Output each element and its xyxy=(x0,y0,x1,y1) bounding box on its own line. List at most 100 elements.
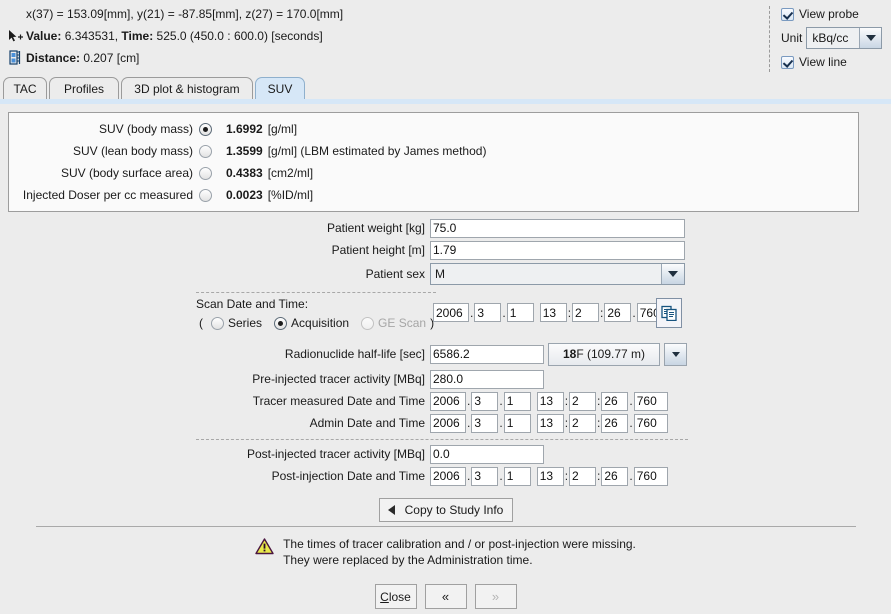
scan-day-input[interactable] xyxy=(506,303,534,322)
chevron-down-icon[interactable] xyxy=(859,28,882,48)
admin-datetime-row: Admin Date and Time . . : : . xyxy=(0,413,891,433)
scan-source-ge-scan: GE Scan xyxy=(357,316,426,330)
admin-millis-input[interactable] xyxy=(633,413,668,433)
suv-radio-body-surface-area[interactable] xyxy=(199,166,212,180)
scan-hour-input[interactable] xyxy=(539,303,567,322)
view-line-row[interactable]: View line xyxy=(769,52,887,72)
patient-weight-row: Patient weight [kg] xyxy=(0,218,891,238)
patient-weight-input[interactable] xyxy=(430,218,685,238)
tab-tac[interactable]: TAC xyxy=(3,77,47,99)
warning-area: The times of tracer calibration and / or… xyxy=(0,536,891,568)
scan-source-acquisition[interactable]: Acquisition xyxy=(270,316,349,330)
suv-results-panel: SUV (body mass) 1.6992 [g/ml] SUV (lean … xyxy=(8,112,859,212)
isotope-mass: 18 xyxy=(562,347,577,361)
tab-3d-plot-histogram[interactable]: 3D plot & histogram xyxy=(121,77,253,99)
scan-datetime-block: Scan Date and Time: ( Series Acquisition… xyxy=(0,297,891,341)
copy-to-study-info-label: Copy to Study Info xyxy=(404,503,504,517)
coords-text: x(37) = 153.09[mm], y(21) = -87.85[mm], … xyxy=(26,7,344,21)
tab-suv[interactable]: SUV xyxy=(255,77,305,99)
close-label-rest: lose xyxy=(388,589,411,604)
admin-year-input[interactable] xyxy=(430,413,466,433)
tracer-measured-row: Tracer measured Date and Time . . : : . xyxy=(0,391,891,411)
suv-form: Patient weight [kg] Patient height [m] P… xyxy=(0,218,891,522)
suv-row-lean-body-mass[interactable]: SUV (lean body mass) 1.3599 [g/ml] (LBM … xyxy=(9,141,858,161)
post-minute-input[interactable] xyxy=(569,466,597,486)
tracer-measured-month-input[interactable] xyxy=(471,391,499,411)
admin-day-input[interactable] xyxy=(503,413,531,433)
pre-injected-activity-label: Pre-injected tracer activity [MBq] xyxy=(252,372,425,386)
suv-label-injected-dose: Injected Doser per cc measured xyxy=(22,188,193,202)
suv-value-injected-dose: 0.0023 xyxy=(226,188,263,202)
suv-unit-injected-dose: [%ID/ml] xyxy=(267,188,314,202)
post-year-input[interactable] xyxy=(430,466,466,486)
suv-radio-body-mass[interactable] xyxy=(199,122,212,136)
admin-datetime-label: Admin Date and Time xyxy=(309,416,425,430)
chevron-down-icon[interactable] xyxy=(661,264,684,284)
chevron-down-icon[interactable] xyxy=(664,342,687,366)
tracer-measured-minute-input[interactable] xyxy=(569,391,597,411)
scan-source-series[interactable]: Series xyxy=(207,316,262,330)
tracer-measured-second-input[interactable] xyxy=(601,391,629,411)
admin-minute-input[interactable] xyxy=(569,413,597,433)
post-injected-activity-label: Post-injected tracer activity [MBq] xyxy=(246,447,425,461)
post-day-input[interactable] xyxy=(503,466,531,486)
radionuclide-halflife-input[interactable] xyxy=(430,344,544,364)
scan-minute-input[interactable] xyxy=(572,303,600,322)
scan-month-input[interactable] xyxy=(474,303,502,322)
patient-weight-label: Patient weight [kg] xyxy=(326,221,425,235)
scan-second-input[interactable] xyxy=(604,303,632,322)
unit-value: kBq/cc xyxy=(812,31,849,45)
patient-sex-select[interactable]: M xyxy=(430,263,685,285)
close-mnemonic: C xyxy=(380,589,389,604)
scan-datetime-fields: . . : : . xyxy=(433,303,671,322)
suv-radio-injected-dose[interactable] xyxy=(199,188,212,202)
scan-year-input[interactable] xyxy=(433,303,469,322)
previous-button[interactable]: « xyxy=(424,584,467,609)
distance-number: 0.207 [cm] xyxy=(80,51,140,65)
tracer-measured-hour-input[interactable] xyxy=(536,391,564,411)
footer-divider xyxy=(36,526,856,527)
copy-to-study-info-button[interactable]: Copy to Study Info xyxy=(378,498,513,522)
tracer-measured-millis-input[interactable] xyxy=(633,391,668,411)
warning-text: The times of tracer calibration and / or… xyxy=(283,536,636,568)
suv-row-body-mass[interactable]: SUV (body mass) 1.6992 [g/ml] xyxy=(9,119,858,139)
admin-month-input[interactable] xyxy=(471,413,499,433)
suv-radio-lean-body-mass[interactable] xyxy=(199,144,212,158)
view-probe-row[interactable]: View probe xyxy=(769,4,887,24)
suv-label-body-surface-area: SUV (body surface area) xyxy=(60,166,193,180)
suv-row-injected-dose[interactable]: Injected Doser per cc measured 0.0023 [%… xyxy=(9,185,858,205)
admin-hour-input[interactable] xyxy=(536,413,564,433)
tab-profiles[interactable]: Profiles xyxy=(49,77,119,99)
cursor-crosshair-icon xyxy=(4,27,26,45)
tracer-measured-year-input[interactable] xyxy=(430,391,466,411)
post-injection-datetime-label: Post-injection Date and Time xyxy=(271,469,425,483)
suv-value-body-surface-area: 0.4383 xyxy=(226,166,263,180)
scan-label-ge-scan: GE Scan xyxy=(378,316,427,330)
dialog-footer: Close « » xyxy=(0,584,891,609)
copy-datetime-button[interactable] xyxy=(656,298,682,328)
admin-datetime-fields: . . : : . xyxy=(430,413,668,433)
pre-injected-activity-input[interactable] xyxy=(430,369,544,389)
view-probe-checkbox[interactable] xyxy=(781,7,794,21)
unit-combobox[interactable]: kBq/cc xyxy=(806,27,883,49)
tracer-measured-label: Tracer measured Date and Time xyxy=(252,394,425,408)
view-line-label: View line xyxy=(799,55,847,69)
post-millis-input[interactable] xyxy=(633,466,668,486)
tracer-measured-day-input[interactable] xyxy=(503,391,531,411)
post-injected-activity-input[interactable] xyxy=(430,444,544,464)
scan-radio-ge-scan xyxy=(361,316,375,330)
post-month-input[interactable] xyxy=(471,466,499,486)
close-button[interactable]: Close xyxy=(374,584,417,609)
suv-row-body-surface-area[interactable]: SUV (body surface area) 0.4383 [cm2/ml] xyxy=(9,163,858,183)
post-second-input[interactable] xyxy=(601,466,629,486)
value-label: Value: xyxy=(26,29,62,43)
post-hour-input[interactable] xyxy=(536,466,564,486)
scan-radio-series[interactable] xyxy=(211,316,224,330)
view-line-checkbox[interactable] xyxy=(781,55,794,69)
isotope-button[interactable]: 18 F (109.77 m) xyxy=(548,342,660,366)
distance-row: Distance: 0.207 [cm] xyxy=(0,47,343,69)
scan-radio-acquisition[interactable] xyxy=(274,316,288,330)
admin-second-input[interactable] xyxy=(601,413,629,433)
suv-value-lean-body-mass: 1.3599 xyxy=(226,144,263,158)
patient-height-input[interactable] xyxy=(430,240,685,260)
